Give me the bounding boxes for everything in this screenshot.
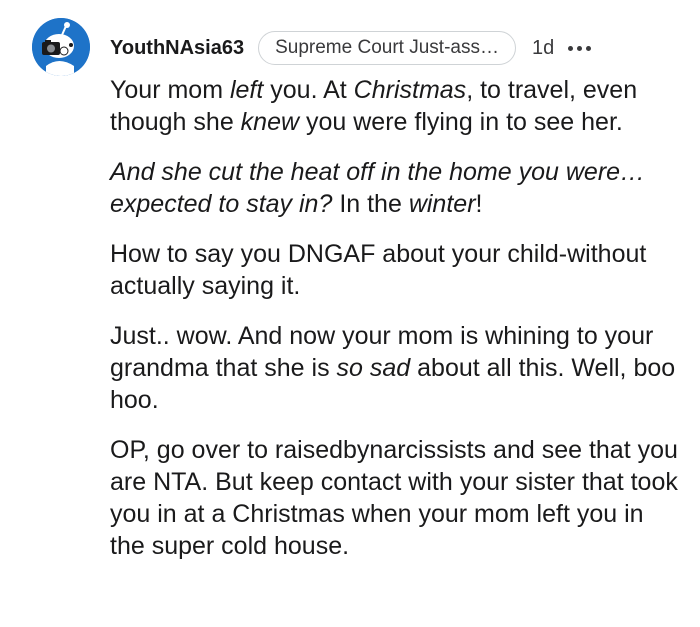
paragraph-5: OP, go over to raisedbynarcissists and s… xyxy=(110,436,678,560)
username[interactable]: YouthNAsia63 xyxy=(110,37,244,60)
paragraph-2: And she cut the heat off in the home you… xyxy=(110,158,646,218)
snoo-avatar-icon xyxy=(32,18,90,76)
paragraph-3: How to say you DNGAF about your child-wi… xyxy=(110,240,647,300)
comment: YouthNAsia63 Supreme Court Just-ass… 1d … xyxy=(0,0,700,627)
comment-header: YouthNAsia63 Supreme Court Just-ass… 1d xyxy=(110,30,680,66)
user-flair: Supreme Court Just-ass… xyxy=(258,31,516,65)
paragraph-4: Just.. wow. And now your mom is whining … xyxy=(110,322,676,414)
comment-body: Your mom left you. At Christmas, to trav… xyxy=(110,74,680,580)
paragraph-1: Your mom left you. At Christmas, to trav… xyxy=(110,76,638,136)
avatar[interactable] xyxy=(32,18,90,76)
more-horizontal-icon[interactable] xyxy=(568,45,592,51)
comment-age: 1d xyxy=(531,36,555,59)
